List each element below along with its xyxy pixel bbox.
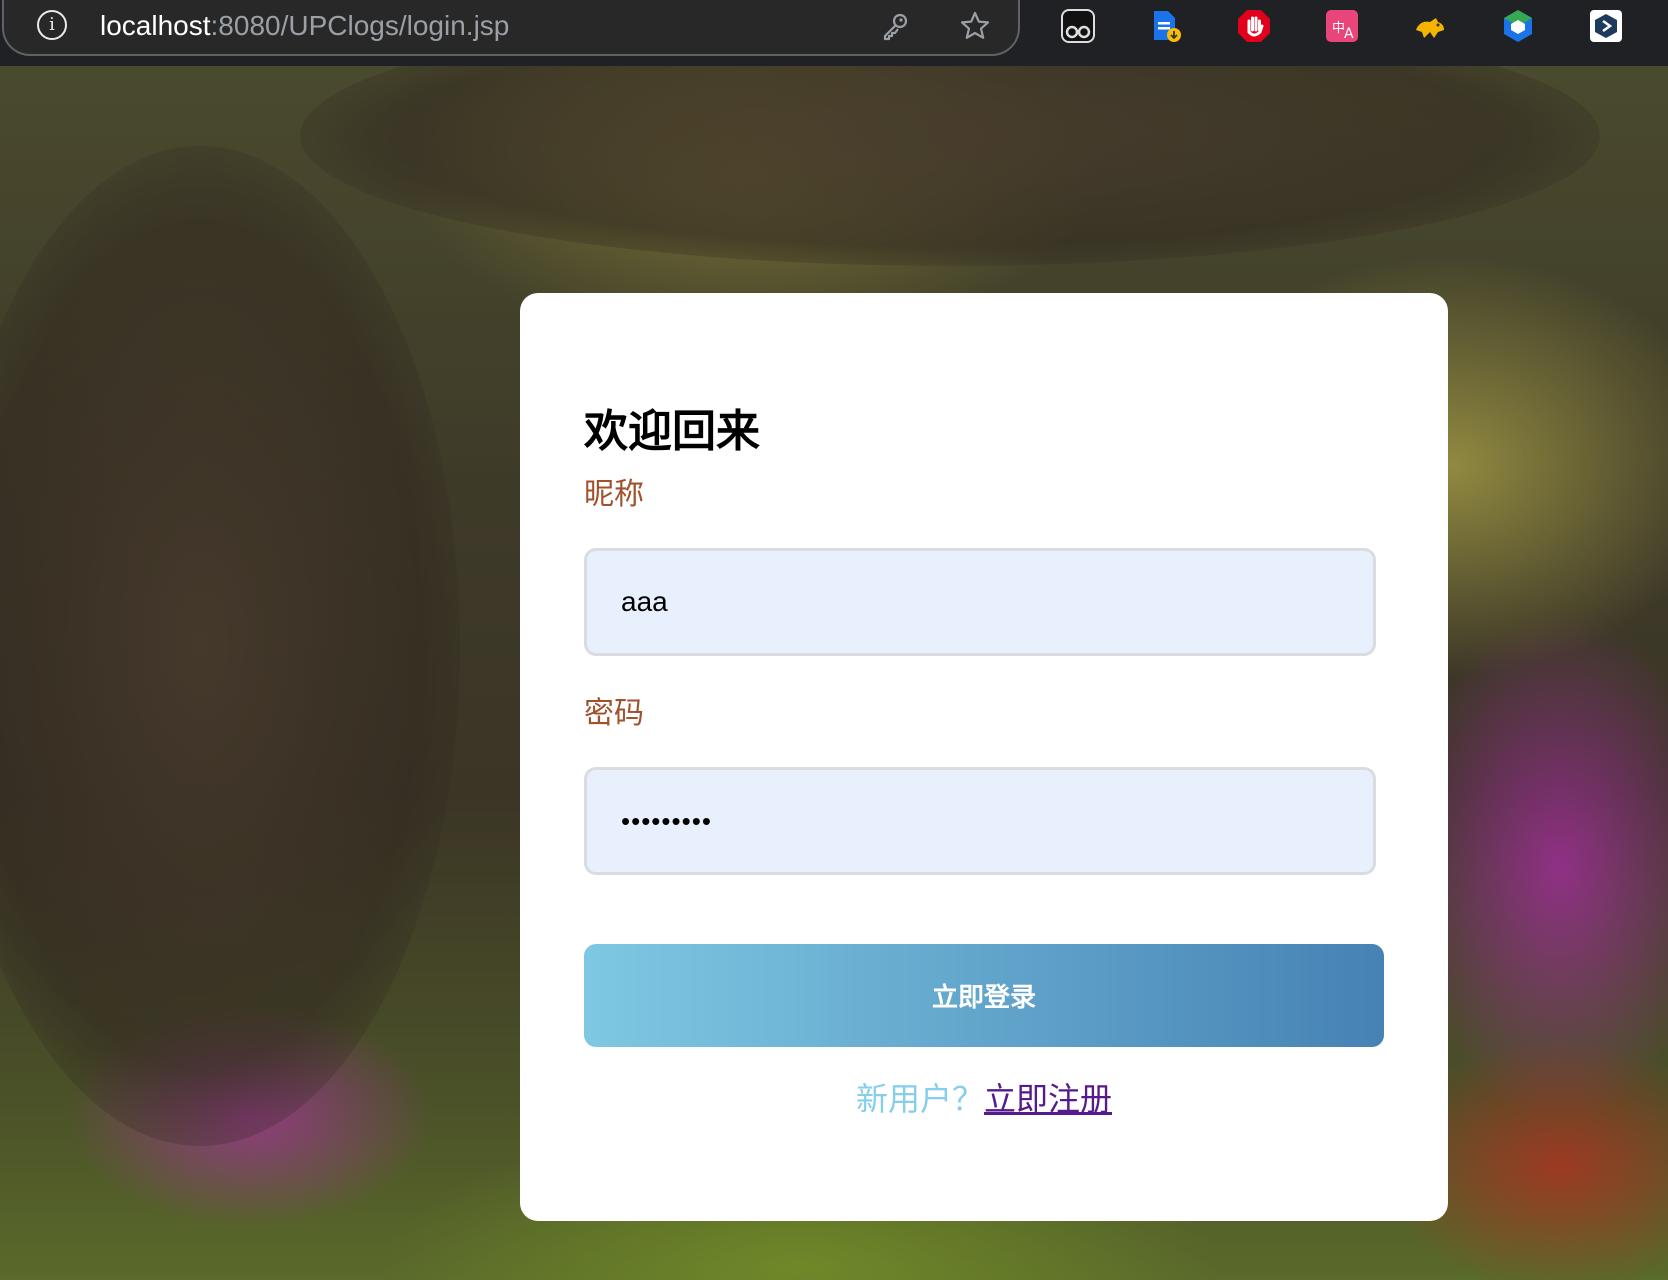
svg-text:A: A [1344,26,1354,42]
password-input[interactable] [584,767,1376,875]
tampermonkey-icon[interactable] [1060,8,1096,44]
register-link[interactable]: 立即注册 [984,1080,1112,1118]
nickname-label: 昵称 [584,477,644,512]
tree-trunk-image [0,146,460,1146]
address-bar[interactable]: i localhost:8080/UPClogs/login.jsp [2,0,1020,56]
page-background: 欢迎回来 昵称 密码 立即登录 新用户？立即注册 [0,66,1668,1280]
nickname-input[interactable] [584,548,1376,656]
url-path: :8080/UPClogs/login.jsp [210,10,510,41]
star-icon[interactable] [959,10,991,42]
browser-toolbar: i localhost:8080/UPClogs/login.jsp 中 A [0,0,1668,66]
url-text[interactable]: localhost:8080/UPClogs/login.jsp [100,8,509,44]
adblock-icon[interactable] [1236,8,1272,44]
tree-branch-image [300,66,1600,266]
cat-icon[interactable] [1412,8,1448,44]
hexagon-icon[interactable] [1500,8,1536,44]
translate-icon[interactable]: 中 A [1324,8,1360,44]
register-line: 新用户？立即注册 [520,1079,1448,1119]
login-button[interactable]: 立即登录 [584,944,1384,1047]
password-label: 密码 [584,696,644,731]
document-download-icon[interactable] [1148,8,1184,44]
page-title: 欢迎回来 [584,406,760,457]
register-prompt: 新用户？ [855,1080,984,1118]
info-icon[interactable]: i [37,10,67,40]
key-icon[interactable] [879,10,911,42]
cube-icon[interactable] [1588,8,1624,44]
login-card: 欢迎回来 昵称 密码 立即登录 新用户？立即注册 [520,293,1448,1221]
url-host: localhost [100,10,211,41]
